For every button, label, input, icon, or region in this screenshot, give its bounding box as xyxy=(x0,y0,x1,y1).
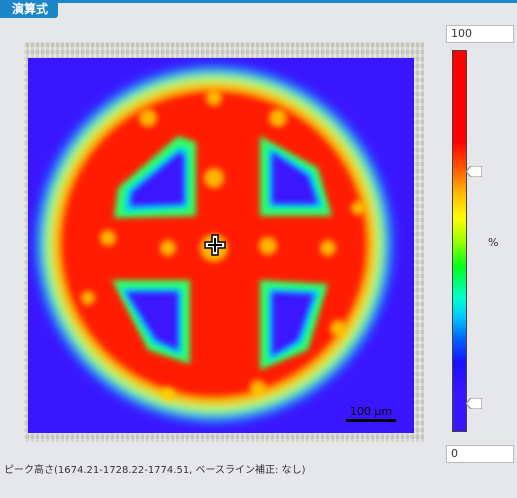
scale-bar-label: 100 μm xyxy=(349,405,393,418)
crosshair-cursor-icon[interactable] xyxy=(204,234,226,256)
colorbar-upper-handle[interactable] xyxy=(465,162,483,178)
header-bar xyxy=(0,0,517,3)
tab-calculation-formula[interactable]: 演算式 xyxy=(0,0,59,18)
scale-bar: 100 μm xyxy=(346,405,396,422)
scale-bar-line xyxy=(346,419,396,422)
colorbar-min-input[interactable]: 0 xyxy=(446,445,514,463)
colorbar-lower-handle[interactable] xyxy=(465,394,483,410)
status-text: ピーク高さ(1674.21-1728.22-1774.51, ベースライン補正:… xyxy=(4,465,306,476)
colorbar-max-input[interactable]: 100 xyxy=(446,25,514,43)
heatmap-image[interactable]: 100 μm xyxy=(28,58,414,433)
image-viewer[interactable]: 100 μm xyxy=(24,42,424,442)
colorbar-unit-label: % xyxy=(488,236,499,249)
color-scale-bar xyxy=(452,50,467,432)
